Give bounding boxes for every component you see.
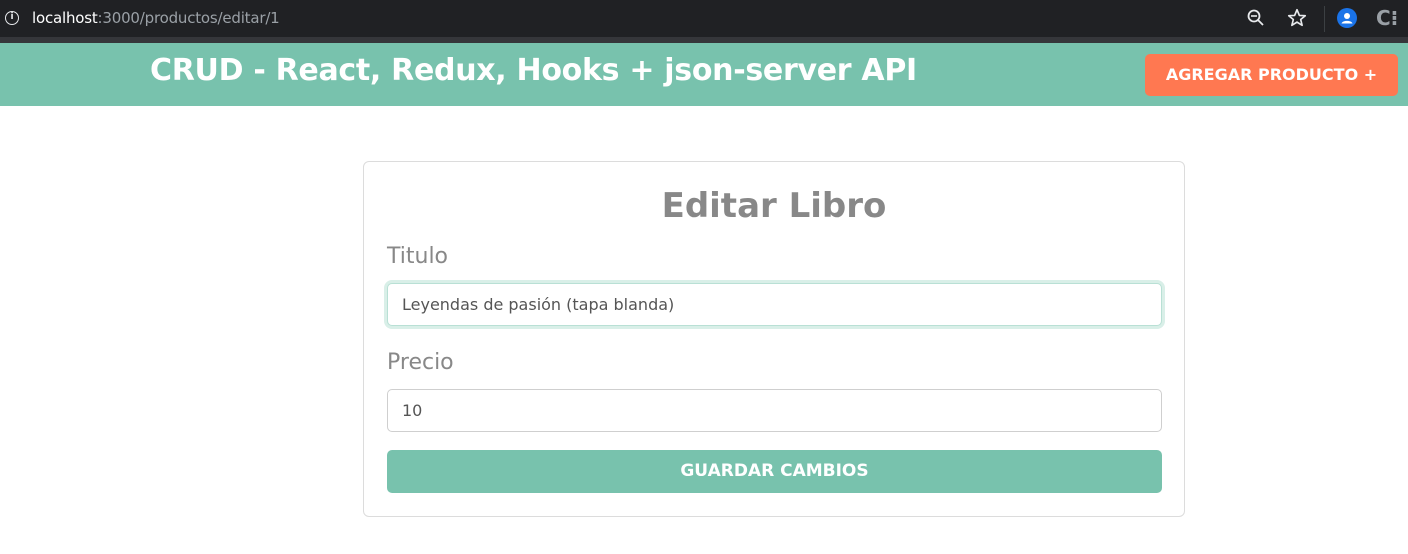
app-header: CRUD - React, Redux, Hooks + json-server… — [0, 43, 1408, 106]
url-path: :3000/productos/editar/1 — [97, 9, 280, 27]
add-product-button[interactable]: AGREGAR PRODUCTO + — [1145, 54, 1398, 96]
titulo-label: Titulo — [387, 244, 449, 269]
zoom-out-icon[interactable] — [1246, 8, 1266, 28]
titulo-input[interactable] — [387, 283, 1162, 326]
form-heading: Editar Libro — [661, 186, 887, 226]
address-bar[interactable]: localhost:3000/productos/editar/1 — [32, 9, 280, 27]
edit-form-card: Editar Libro Titulo Precio GUARDAR CAMBI… — [363, 161, 1185, 517]
profile-icon[interactable] — [1337, 8, 1357, 28]
save-changes-button[interactable]: GUARDAR CAMBIOS — [387, 450, 1162, 493]
site-info-icon[interactable]: i — [5, 11, 19, 25]
toolbar-divider — [1324, 6, 1325, 32]
browser-toolbar: i localhost:3000/productos/editar/1 C⁝ — [0, 0, 1408, 37]
extension-icon[interactable]: C⁝ — [1376, 5, 1400, 31]
app-title: CRUD - React, Redux, Hooks + json-server… — [150, 53, 917, 88]
precio-input[interactable] — [387, 389, 1162, 432]
url-host: localhost — [32, 9, 98, 27]
precio-label: Precio — [387, 350, 454, 375]
star-icon[interactable] — [1286, 7, 1308, 29]
